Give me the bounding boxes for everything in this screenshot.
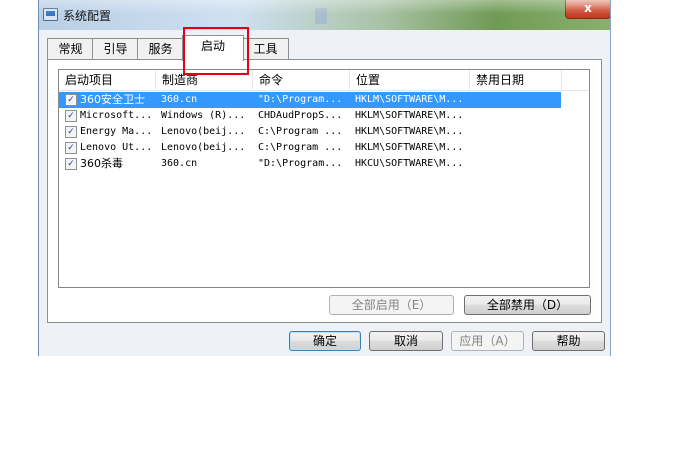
ok-button[interactable]: 确定: [289, 331, 361, 351]
cell-location: HKCU\SOFTWARE\M...: [355, 158, 464, 169]
window-title: 系统配置: [63, 9, 112, 23]
cell-location: HKLM\SOFTWARE\M...: [355, 142, 464, 153]
system-config-dialog: 系统配置 x 常规 引导 服务 启动 工具 启动项目 制造商 命令 位置 禁用日…: [38, 0, 611, 356]
close-button[interactable]: x: [565, 0, 610, 19]
cell-startup-item: Lenovo Ut...: [80, 142, 153, 153]
cell-command: CHDAudPropS...: [258, 110, 343, 121]
cell-startup-item: Energy Ma...: [80, 126, 153, 137]
column-header-startup-item[interactable]: 启动项目: [59, 70, 156, 90]
cell-manufacturer: Windows (R)...: [161, 110, 246, 121]
column-header-date-disabled[interactable]: 禁用日期: [470, 70, 562, 90]
cell-location: HKLM\SOFTWARE\M...: [355, 126, 464, 137]
cancel-button[interactable]: 取消: [369, 331, 443, 351]
cell-startup-item: Microsoft...: [80, 110, 153, 121]
table-row[interactable]: ✓ Lenovo Ut... Lenovo(beij... C:\Program…: [59, 140, 589, 156]
title-bar[interactable]: 系统配置 x: [39, 0, 610, 30]
row-checkbox[interactable]: ✓: [65, 142, 77, 154]
row-checkbox[interactable]: ✓: [65, 158, 77, 170]
table-row[interactable]: ✓ Energy Ma... Lenovo(beij... C:\Program…: [59, 124, 589, 140]
row-checkbox[interactable]: ✓: [65, 126, 77, 138]
cell-command: C:\Program ...: [258, 126, 343, 137]
tab-boot[interactable]: 引导: [92, 38, 139, 60]
help-button[interactable]: 帮助: [532, 331, 605, 351]
cell-startup-item: 360杀毒: [80, 157, 123, 170]
cell-command: "D:\Program...: [258, 94, 343, 105]
row-checkbox[interactable]: ✓: [65, 94, 77, 106]
list-header: 启动项目 制造商 命令 位置 禁用日期: [59, 70, 589, 91]
system-config-icon: [43, 8, 58, 21]
disable-all-button[interactable]: 全部禁用（D）: [464, 295, 591, 315]
cell-location: HKLM\SOFTWARE\M...: [355, 110, 464, 121]
cell-command: "D:\Program...: [258, 158, 343, 169]
background-window-icon: [315, 8, 327, 24]
cell-manufacturer: 360.cn: [161, 94, 198, 105]
row-checkbox[interactable]: ✓: [65, 110, 77, 122]
enable-all-button[interactable]: 全部启用（E）: [329, 295, 454, 315]
apply-button[interactable]: 应用（A）: [451, 331, 524, 351]
column-header-location[interactable]: 位置: [350, 70, 470, 90]
cell-manufacturer: Lenovo(beij...: [161, 126, 246, 137]
annotation-highlight-box: [183, 27, 249, 75]
tab-services[interactable]: 服务: [137, 38, 184, 60]
column-header-command[interactable]: 命令: [253, 70, 350, 90]
tab-tools[interactable]: 工具: [242, 38, 289, 60]
cell-startup-item: 360安全卫士: [80, 93, 145, 106]
cell-manufacturer: Lenovo(beij...: [161, 142, 246, 153]
startup-items-list[interactable]: 启动项目 制造商 命令 位置 禁用日期 ✓ 360安全卫士 360.cn "D:…: [58, 69, 590, 288]
cell-command: C:\Program ...: [258, 142, 343, 153]
cell-location: HKLM\SOFTWARE\M...: [355, 94, 464, 105]
tab-general[interactable]: 常规: [47, 38, 94, 60]
cell-manufacturer: 360.cn: [161, 158, 198, 169]
startup-tab-panel: 启动项目 制造商 命令 位置 禁用日期 ✓ 360安全卫士 360.cn "D:…: [47, 59, 602, 323]
table-row[interactable]: ✓ 360杀毒 360.cn "D:\Program... HKCU\SOFTW…: [59, 156, 589, 172]
table-row[interactable]: ✓ Microsoft... Windows (R)... CHDAudProp…: [59, 108, 589, 124]
table-row[interactable]: ✓ 360安全卫士 360.cn "D:\Program... HKLM\SOF…: [59, 92, 561, 108]
